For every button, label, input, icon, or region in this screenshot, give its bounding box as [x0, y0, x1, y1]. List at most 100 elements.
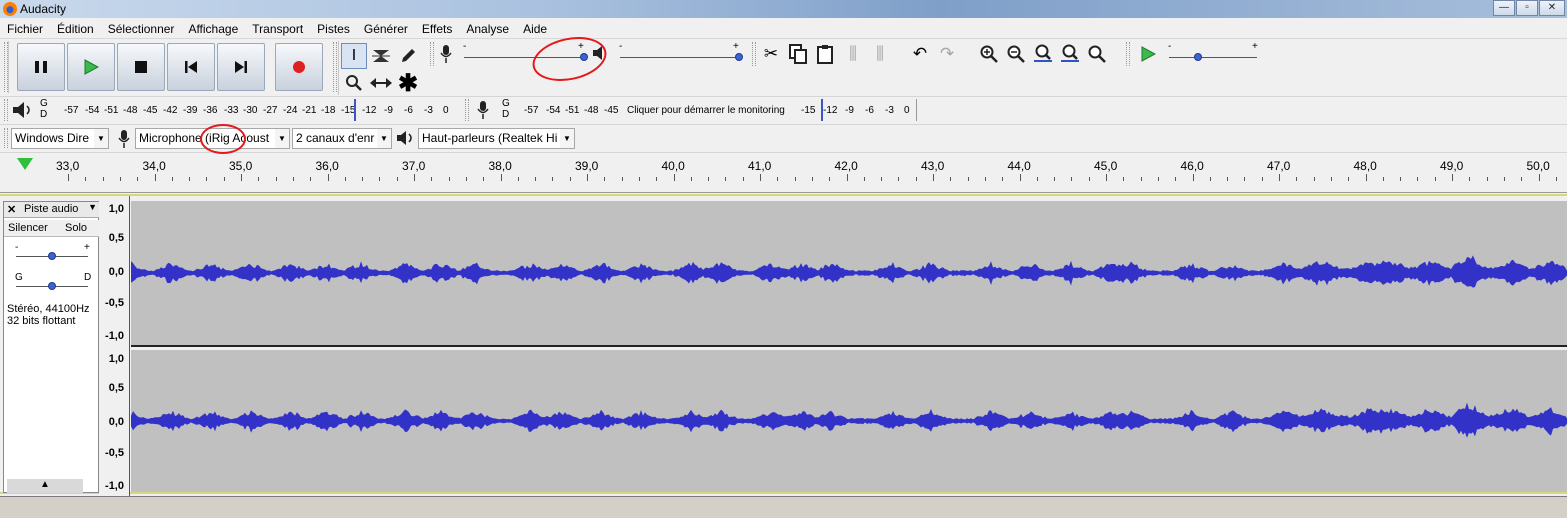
recording-channels-select[interactable]: 2 canaux d'enr ▼	[292, 128, 392, 149]
toolbar-grip[interactable]	[4, 128, 8, 148]
toolbar-grip[interactable]	[752, 42, 756, 66]
track-close-button[interactable]: ✕	[7, 203, 16, 216]
silence-audio-icon: ⫼	[876, 44, 884, 63]
toolbar-grip[interactable]	[430, 42, 434, 66]
recording-meter-microphone-icon[interactable]	[475, 100, 491, 120]
silence-button[interactable]: ⫼	[867, 41, 893, 67]
meter-tick: -6	[404, 105, 413, 116]
playback-volume-slider[interactable]	[735, 53, 743, 61]
minimize-button[interactable]: —	[1493, 0, 1515, 16]
play-head-triangle-icon[interactable]	[17, 158, 33, 170]
fit-selection-button[interactable]	[1030, 41, 1056, 67]
menu-selectionner[interactable]: Sélectionner	[101, 22, 182, 36]
paste-button[interactable]	[812, 41, 838, 67]
scissors-icon: ✂	[763, 44, 779, 63]
fit-project-button[interactable]	[1057, 41, 1083, 67]
copy-button[interactable]	[785, 41, 811, 67]
speed-min: -	[1168, 41, 1172, 52]
rec-meter-channel-d: D	[502, 109, 510, 120]
recording-meter-peak-marker	[821, 99, 823, 121]
playback-meter-speaker-icon[interactable]	[12, 101, 34, 119]
cut-button[interactable]: ✂	[758, 41, 784, 67]
timeline-tick-label: 49,0	[1440, 159, 1464, 173]
skip-to-start-button[interactable]	[167, 43, 215, 91]
track-button-row: Silencer Solo	[4, 220, 100, 237]
timeline-tick-label: 42,0	[834, 159, 858, 173]
magnifier-icon	[346, 75, 362, 91]
meter-tick: 0	[443, 105, 449, 116]
menu-generer[interactable]: Générer	[357, 22, 415, 36]
meter-tick: -27	[263, 105, 278, 116]
meter-divider	[916, 99, 917, 121]
menu-analyse[interactable]: Analyse	[459, 22, 516, 36]
timeline-tick-label: 35,0	[229, 159, 253, 173]
draw-tool-button[interactable]	[395, 43, 421, 69]
zoom-toggle-button[interactable]	[1084, 41, 1110, 67]
skip-to-end-button[interactable]	[217, 43, 265, 91]
stop-button[interactable]	[117, 43, 165, 91]
menu-fichier[interactable]: Fichier	[0, 22, 50, 36]
mute-button[interactable]: Silencer	[8, 222, 48, 234]
meter-toolbar-row: G D -57 -54 -51 -48 -45 -42 -39 -36 -33 …	[0, 96, 1567, 122]
meter-tick: -18	[321, 105, 336, 116]
track-format-bits: 32 bits flottant	[7, 315, 76, 327]
trim-button[interactable]: ⫼	[840, 41, 866, 67]
zoom-in-button[interactable]	[976, 41, 1002, 67]
menu-aide[interactable]: Aide	[516, 22, 554, 36]
speaker-icon	[397, 131, 412, 145]
gain-slider[interactable]	[48, 252, 56, 260]
audio-host-select[interactable]: Windows Dire ▼	[11, 128, 109, 149]
playback-volume-track[interactable]	[620, 57, 740, 58]
play-at-speed-button[interactable]	[1135, 41, 1161, 67]
i-beam-icon: I	[351, 47, 357, 64]
redo-button[interactable]: ↷	[934, 41, 960, 67]
play-button[interactable]	[67, 43, 115, 91]
selection-tool-button[interactable]: I	[341, 43, 367, 69]
collapse-track-button[interactable]: ▲	[7, 479, 83, 493]
playback-device-select[interactable]: Haut-parleurs (Realtek Hi ▼	[418, 128, 575, 149]
menu-affichage[interactable]: Affichage	[181, 22, 245, 36]
menu-pistes[interactable]: Pistes	[310, 22, 357, 36]
meter-channel-g: G	[40, 98, 48, 109]
timeline-ruler[interactable]: 33,0 34,0 35,0 36,0 37,0 38,0 39,0 40,0 41,0 42,0…	[0, 152, 1567, 181]
close-button[interactable]: ✕	[1539, 0, 1565, 16]
menu-effets[interactable]: Effets	[415, 22, 459, 36]
menu-edition[interactable]: Édition	[50, 22, 101, 36]
chevron-down-icon[interactable]: ▼	[88, 202, 97, 212]
zoom-out-icon	[1007, 45, 1025, 63]
toolbar-grip[interactable]	[1126, 42, 1130, 66]
play-speed-track[interactable]	[1169, 57, 1257, 58]
record-button[interactable]	[275, 43, 323, 91]
toolbar-grip[interactable]	[465, 99, 469, 121]
timeline-tick-label: 47,0	[1267, 159, 1291, 173]
skip-end-icon	[218, 44, 264, 90]
menu-transport[interactable]: Transport	[245, 22, 310, 36]
title-bar: Audacity — ▫ ✕	[0, 0, 1567, 18]
waveform-right-channel[interactable]	[131, 350, 1567, 492]
maximize-button[interactable]: ▫	[1516, 0, 1538, 16]
solo-button[interactable]: Solo	[65, 222, 87, 234]
timeline-tick-label: 43,0	[921, 159, 945, 173]
time-shift-tool-button[interactable]	[368, 70, 394, 96]
toolbar-grip[interactable]	[333, 42, 337, 92]
pause-button[interactable]	[17, 43, 65, 91]
zoom-tool-button[interactable]	[341, 70, 367, 96]
stop-icon	[118, 44, 164, 90]
envelope-tool-button[interactable]	[368, 43, 394, 69]
bottom-scrollbar-area[interactable]	[0, 496, 1567, 518]
undo-button[interactable]: ↶	[907, 41, 933, 67]
toolbar-grip[interactable]	[4, 99, 8, 121]
meter-tick: -57	[524, 105, 539, 116]
zoom-fit-icon	[1061, 44, 1079, 62]
monitoring-prompt[interactable]: Cliquer pour démarrer le monitoring	[627, 105, 785, 116]
ruler-label: 0,5	[108, 232, 124, 244]
ruler-label: 0,5	[108, 382, 124, 394]
zoom-out-button[interactable]	[1003, 41, 1029, 67]
multi-tool-button[interactable]: ✱	[395, 70, 421, 97]
play-speed-slider[interactable]	[1194, 53, 1202, 61]
waveform-left-channel[interactable]	[131, 201, 1567, 345]
pan-slider[interactable]	[48, 282, 56, 290]
timeline-tick	[846, 174, 848, 181]
track-name-menu[interactable]: Piste audio	[24, 203, 78, 215]
meter-tick: -36	[203, 105, 218, 116]
